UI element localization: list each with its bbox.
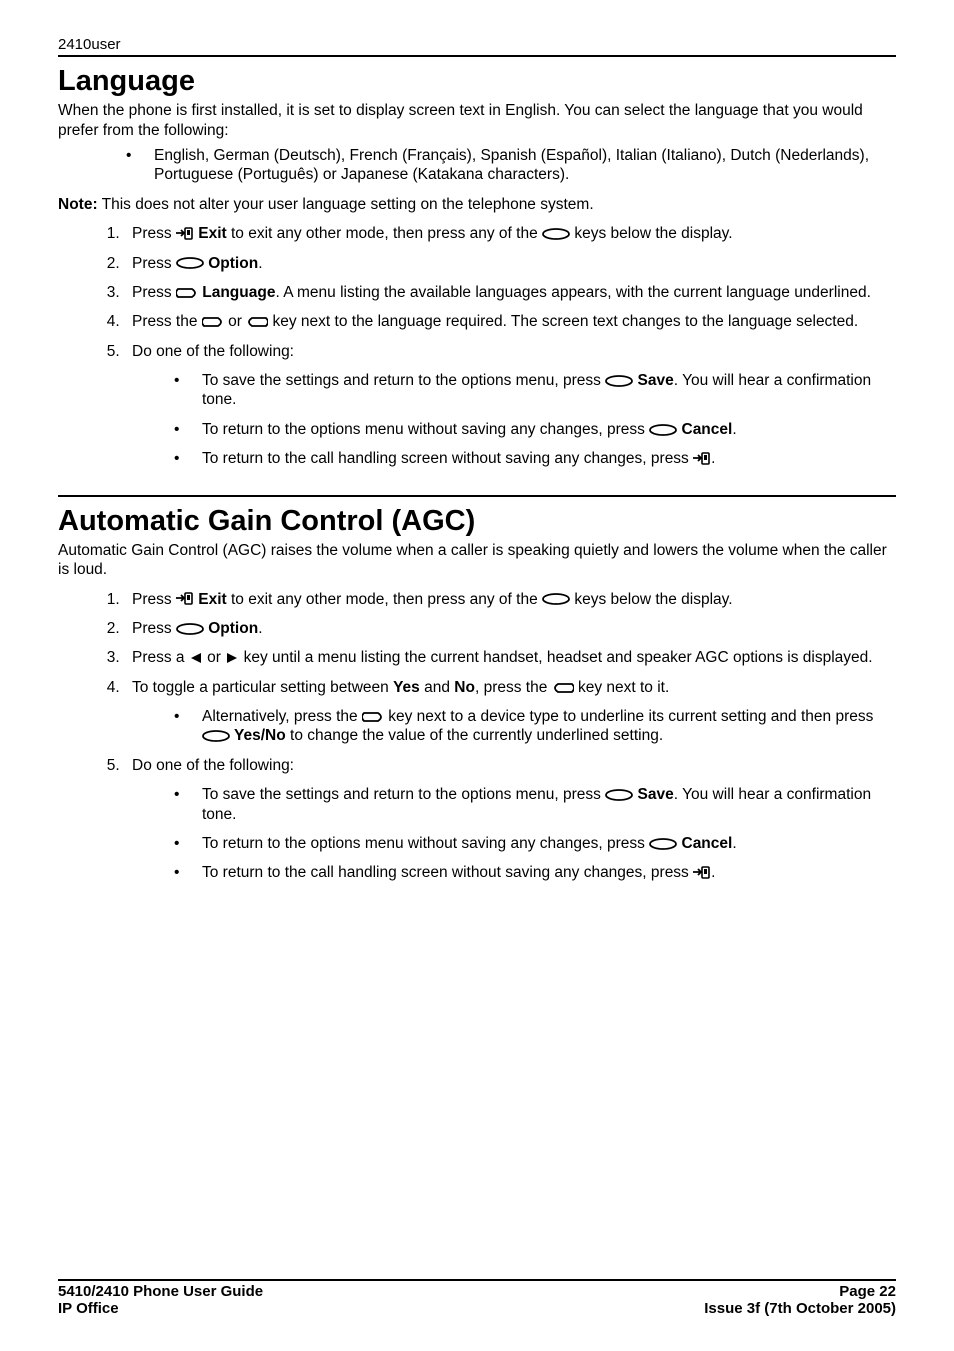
section1-intro: When the phone is first installed, it is… <box>58 101 896 140</box>
softkey-icon <box>649 424 677 436</box>
section1-step5-exit: To return to the call handling screen wi… <box>202 449 715 468</box>
bullet-dot: • <box>174 834 202 853</box>
key-left-icon <box>552 682 574 694</box>
softkey-icon <box>176 623 204 635</box>
key-left-icon <box>246 316 268 328</box>
section1-step3: Press Language. A menu listing the avail… <box>124 283 896 302</box>
bullet-dot: • <box>174 785 202 824</box>
exit-icon <box>693 452 711 466</box>
section2-step5-exit: To return to the call handling screen wi… <box>202 863 715 882</box>
softkey-icon <box>202 730 230 742</box>
running-header: 2410user <box>58 36 896 57</box>
section1-step4: Press the or key next to the language re… <box>124 312 896 331</box>
bullet-dot: • <box>174 449 202 468</box>
section1-step5-cancel: To return to the options menu without sa… <box>202 420 737 439</box>
section1-step2: Press Option. <box>124 254 896 273</box>
softkey-icon <box>605 375 633 387</box>
bullet-dot: • <box>174 707 202 746</box>
softkey-icon <box>176 257 204 269</box>
exit-icon <box>176 227 194 241</box>
section2-step5: Do one of the following: • To save the s… <box>124 756 896 883</box>
footer-product: IP Office <box>58 1300 263 1317</box>
softkey-icon <box>542 593 570 605</box>
section1-step5-save: To save the settings and return to the o… <box>202 371 896 410</box>
language-list-bullet: English, German (Deutsch), French (Franç… <box>154 146 896 185</box>
section2-step1: Press Exit to exit any other mode, then … <box>124 590 896 609</box>
bullet-dot: • <box>174 371 202 410</box>
section2-step4-alt: Alternatively, press the key next to a d… <box>202 707 896 746</box>
bullet-dot: • <box>174 863 202 882</box>
section-heading-agc: Automatic Gain Control (AGC) <box>58 503 896 539</box>
softkey-icon <box>542 228 570 240</box>
softkey-icon <box>649 838 677 850</box>
footer-page-number: Page 22 <box>704 1283 896 1300</box>
exit-icon <box>176 592 194 606</box>
key-right-icon <box>202 316 224 328</box>
section-heading-language: Language <box>58 63 896 99</box>
section2-step5-save: To save the settings and return to the o… <box>202 785 896 824</box>
footer-divider <box>58 1279 896 1281</box>
section1-note: Note: This does not alter your user lang… <box>58 195 896 214</box>
bullet-dot: • <box>126 146 154 185</box>
softkey-icon <box>605 789 633 801</box>
section2-intro: Automatic Gain Control (AGC) raises the … <box>58 541 896 580</box>
key-right-icon <box>362 711 384 723</box>
footer-issue: Issue 3f (7th October 2005) <box>704 1300 896 1317</box>
arrow-left-icon <box>189 651 203 665</box>
section1-step5: Do one of the following: • To save the s… <box>124 342 896 469</box>
footer-guide-title: 5410/2410 Phone User Guide <box>58 1283 263 1300</box>
key-right-icon <box>176 287 198 299</box>
section2-step3: Press a or key until a menu listing the … <box>124 648 896 667</box>
exit-icon <box>693 866 711 880</box>
section2-step4: To toggle a particular setting between Y… <box>124 678 896 746</box>
section1-step1: Press Exit to exit any other mode, then … <box>124 224 896 243</box>
section2-step2: Press Option. <box>124 619 896 638</box>
section2-step5-cancel: To return to the options menu without sa… <box>202 834 737 853</box>
section-divider <box>58 495 896 497</box>
bullet-dot: • <box>174 420 202 439</box>
arrow-right-icon <box>225 651 239 665</box>
